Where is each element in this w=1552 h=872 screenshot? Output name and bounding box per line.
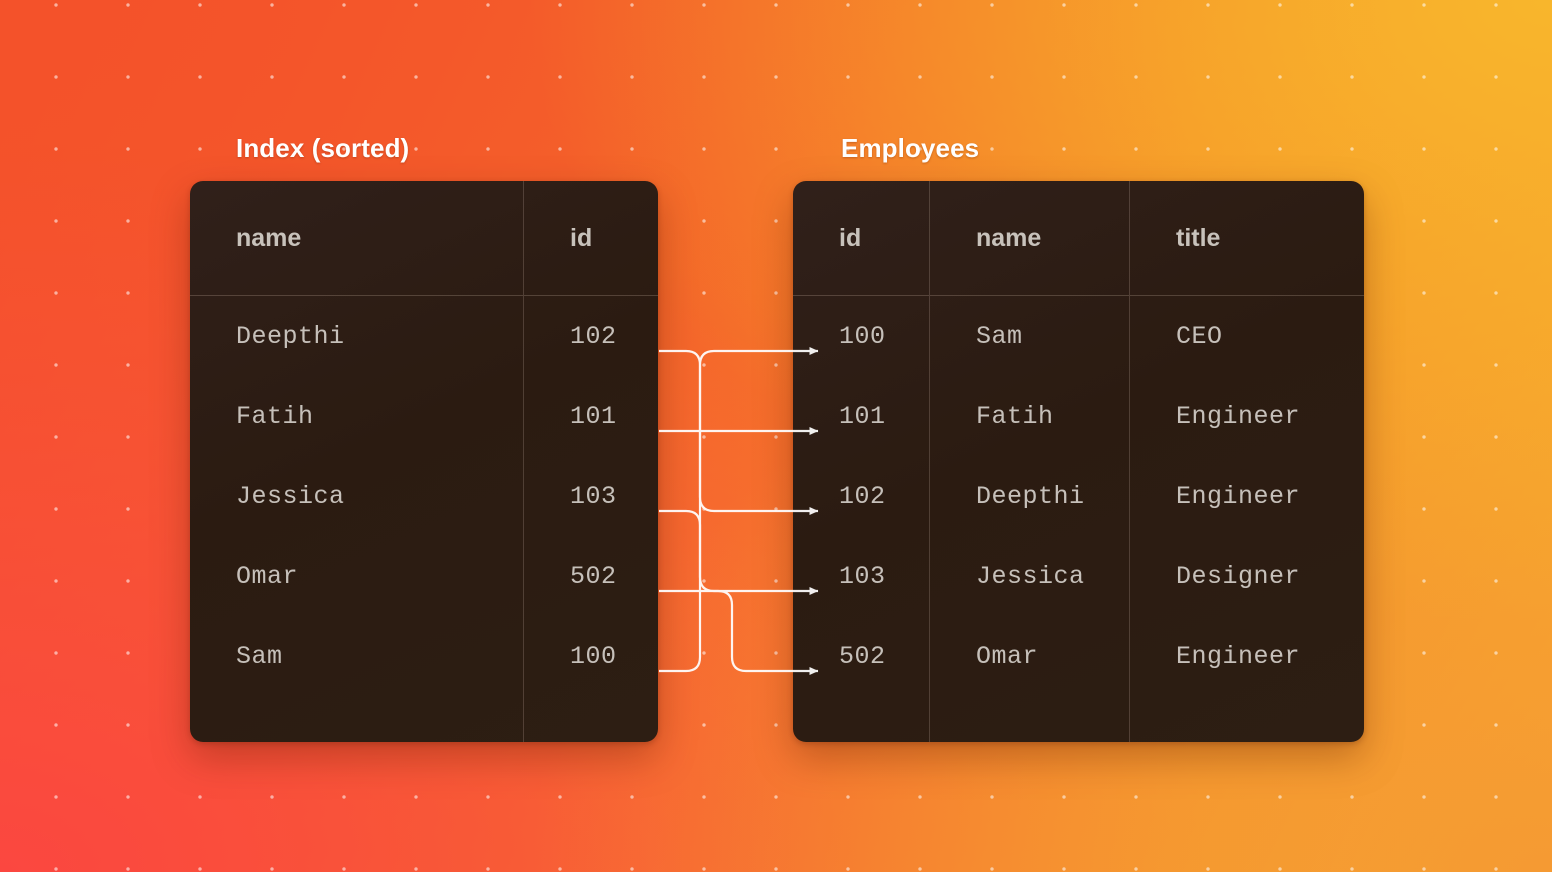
employees-cell-title-1: Engineer [1176, 401, 1301, 431]
employees-header-name: name [930, 181, 1129, 296]
index-table-grid: name Deepthi Fatih Jessica Omar Sam id 1… [190, 181, 658, 742]
employees-cell-id-2: 102 [839, 481, 886, 511]
employees-cell-name-4: Omar [976, 641, 1039, 671]
index-header-name: name [190, 181, 523, 296]
employees-name-column-filler [930, 696, 1129, 742]
employees-cell-name-1: Fatih [976, 401, 1054, 431]
employees-cell-title-0: CEO [1176, 321, 1223, 351]
index-cell-name-2: Jessica [236, 481, 345, 511]
employees-cell-name-2: Deepthi [976, 481, 1085, 511]
employees-column-id: id 100 101 102 103 502 [793, 181, 930, 742]
index-name-column-filler [190, 696, 523, 742]
index-cell-id-4: 100 [570, 641, 617, 671]
employees-panel-title: Employees [841, 133, 980, 163]
employees-cell-name-0: Sam [976, 321, 1023, 351]
index-cell-name-4: Sam [236, 641, 283, 671]
employees-cell-id-3: 103 [839, 561, 886, 591]
employees-title-column-filler [1130, 696, 1364, 742]
employees-header-id: id [793, 181, 929, 296]
employees-column-title: title CEO Engineer Engineer Designer Eng… [1130, 181, 1364, 742]
index-cell-name-0: Deepthi [236, 321, 345, 351]
employees-cell-title-3: Designer [1176, 561, 1301, 591]
index-header-id: id [524, 181, 658, 296]
index-cell-id-3: 502 [570, 561, 617, 591]
employees-cell-id-0: 100 [839, 321, 886, 351]
index-id-column-filler [524, 696, 658, 742]
index-column-id: id 102 101 103 502 100 [524, 181, 658, 742]
index-panel-title: Index (sorted) [236, 133, 410, 163]
employees-header-title: title [1130, 181, 1364, 296]
index-cell-name-3: Omar [236, 561, 299, 591]
index-table-panel: name Deepthi Fatih Jessica Omar Sam id 1… [190, 181, 658, 742]
index-cell-id-0: 102 [570, 321, 617, 351]
index-cell-id-1: 101 [570, 401, 617, 431]
employees-table-panel: id 100 101 102 103 502 name Sam Fatih De… [793, 181, 1364, 742]
employees-cell-id-4: 502 [839, 641, 886, 671]
index-cell-id-2: 103 [570, 481, 617, 511]
employees-cell-title-2: Engineer [1176, 481, 1301, 511]
employees-table-grid: id 100 101 102 103 502 name Sam Fatih De… [793, 181, 1364, 742]
employees-column-name: name Sam Fatih Deepthi Jessica Omar [930, 181, 1130, 742]
employees-id-column-filler [793, 696, 929, 742]
index-column-name: name Deepthi Fatih Jessica Omar Sam [190, 181, 524, 742]
diagram-stage: Index (sorted) Employees name Deepthi Fa… [0, 0, 1552, 872]
index-cell-name-1: Fatih [236, 401, 314, 431]
employees-cell-name-3: Jessica [976, 561, 1085, 591]
employees-cell-title-4: Engineer [1176, 641, 1301, 671]
employees-cell-id-1: 101 [839, 401, 886, 431]
